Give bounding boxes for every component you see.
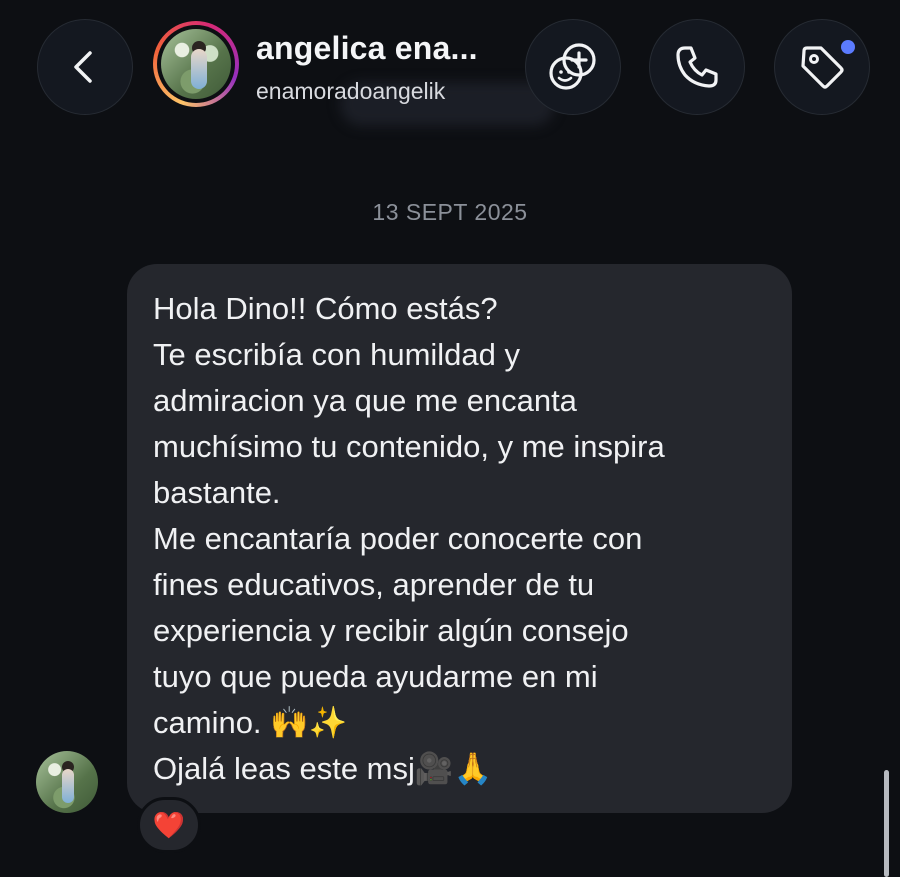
back-button[interactable] — [37, 19, 133, 115]
tag-button[interactable] — [774, 19, 870, 115]
chat-header: angelica ena... enamoradoangelik — [0, 0, 900, 130]
message-line-closing: Ojalá leas este msj🎥🙏 — [153, 751, 493, 786]
contact-avatar-image — [161, 29, 231, 99]
message-paragraph-admiration: Te escribía con humildad y admiracion ya… — [153, 337, 665, 510]
contact-name[interactable]: angelica ena... — [256, 30, 478, 67]
chevron-left-icon — [74, 51, 92, 83]
scrollbar[interactable] — [884, 770, 889, 877]
audio-call-button[interactable] — [649, 19, 745, 115]
heart-reaction[interactable]: ❤️ — [137, 797, 201, 853]
notification-dot — [841, 40, 855, 54]
effects-add-icon — [549, 43, 596, 90]
message-bubble[interactable]: Hola Dino!! Cómo estás? Te escribía con … — [127, 264, 792, 813]
effects-button[interactable] — [525, 19, 621, 115]
sender-avatar[interactable] — [36, 751, 98, 813]
contact-handle[interactable]: enamoradoangelik — [256, 78, 445, 105]
message-paragraph-request: Me encantaría poder conocerte con fines … — [153, 521, 643, 740]
date-separator: 13 SEPT 2025 — [372, 199, 528, 225]
message-line-greeting: Hola Dino!! Cómo estás? — [153, 291, 498, 326]
contact-avatar[interactable] — [153, 21, 239, 107]
phone-icon — [676, 46, 718, 88]
